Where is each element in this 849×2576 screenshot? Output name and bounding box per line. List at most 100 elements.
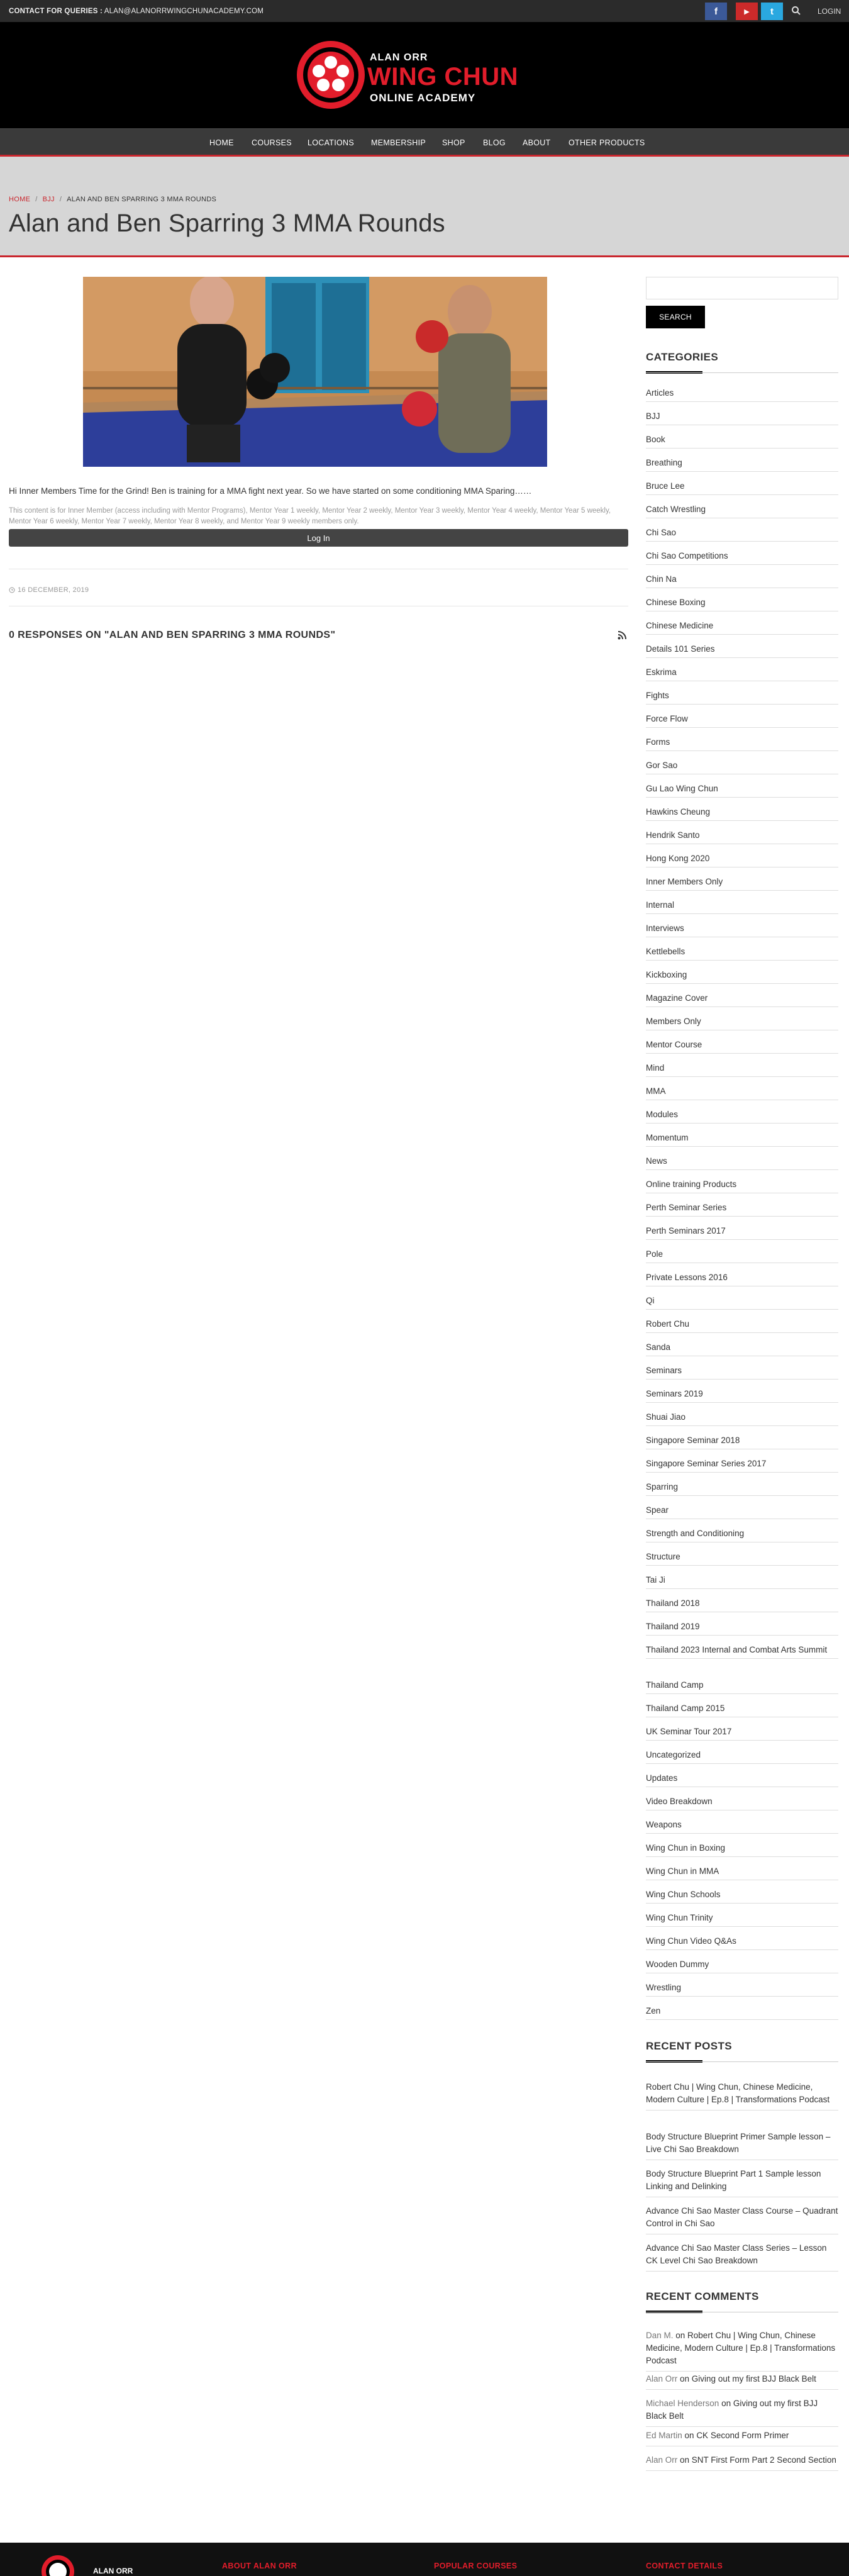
category-item[interactable]: Modules <box>646 1108 838 1124</box>
category-item[interactable]: Wrestling <box>646 1982 838 1997</box>
category-item[interactable]: Internal <box>646 899 838 914</box>
comment-post-link[interactable]: Giving out my first BJJ Black Belt <box>692 2374 816 2384</box>
category-item[interactable]: Book <box>646 433 838 449</box>
category-item[interactable]: Momentum <box>646 1132 838 1147</box>
category-item[interactable]: Online training Products <box>646 1178 838 1193</box>
category-item[interactable]: Hawkins Cheung <box>646 806 838 821</box>
category-item[interactable]: Chi Sao <box>646 527 838 542</box>
search-button[interactable]: SEARCH <box>646 306 705 328</box>
login-link[interactable]: LOGIN <box>818 7 841 16</box>
category-item[interactable]: Breathing <box>646 457 838 472</box>
category-item[interactable]: Force Flow <box>646 713 838 728</box>
category-item[interactable]: Catch Wrestling <box>646 503 838 518</box>
category-item[interactable]: Wing Chun in MMA <box>646 1865 838 1880</box>
category-item[interactable]: Sparring <box>646 1481 838 1496</box>
category-item[interactable]: Wing Chun in Boxing <box>646 1842 838 1857</box>
category-item[interactable]: MMA <box>646 1085 838 1100</box>
nav-item-shop[interactable]: SHOP <box>442 138 465 147</box>
category-item[interactable]: Wing Chun Trinity <box>646 1912 838 1927</box>
category-item[interactable]: Wing Chun Schools <box>646 1888 838 1904</box>
search-input[interactable] <box>646 277 838 299</box>
category-item[interactable]: Inner Members Only <box>646 876 838 891</box>
comment-post-link[interactable]: CK Second Form Primer <box>696 2431 789 2440</box>
category-item[interactable]: Qi <box>646 1295 838 1310</box>
category-item[interactable]: Seminars 2019 <box>646 1388 838 1403</box>
twitter-icon[interactable]: t <box>761 3 783 20</box>
recent-post-link[interactable]: Advance Chi Sao Master Class Series – Le… <box>646 2242 838 2272</box>
category-item[interactable]: Bruce Lee <box>646 480 838 495</box>
nav-item-locations[interactable]: LOCATIONS <box>308 138 354 147</box>
nav-item-other-products[interactable]: OTHER PRODUCTS <box>569 138 645 147</box>
category-item[interactable]: Spear <box>646 1504 838 1519</box>
category-item[interactable]: Shuai Jiao <box>646 1411 838 1426</box>
category-item[interactable]: Wooden Dummy <box>646 1958 838 1973</box>
category-item[interactable]: Video Breakdown <box>646 1795 838 1810</box>
category-item[interactable]: Thailand Camp <box>646 1679 838 1694</box>
category-item[interactable]: Thailand Camp 2015 <box>646 1702 838 1717</box>
category-item[interactable]: Eskrima <box>646 666 838 681</box>
category-item[interactable]: Interviews <box>646 922 838 937</box>
category-item[interactable]: Private Lessons 2016 <box>646 1271 838 1286</box>
category-item[interactable]: Chin Na <box>646 573 838 588</box>
category-item[interactable]: Seminars <box>646 1364 838 1380</box>
category-item[interactable]: News <box>646 1155 838 1170</box>
category-item[interactable]: Chinese Boxing <box>646 596 838 611</box>
category-item[interactable]: Perth Seminar Series <box>646 1202 838 1217</box>
category-item[interactable]: Magazine Cover <box>646 992 838 1007</box>
breadcrumb-home[interactable]: HOME <box>9 196 30 203</box>
post-featured-image[interactable] <box>83 277 547 467</box>
category-item[interactable]: Singapore Seminar 2018 <box>646 1434 838 1449</box>
category-item[interactable]: Perth Seminars 2017 <box>646 1225 838 1240</box>
nav-item-courses[interactable]: COURSES <box>252 138 292 147</box>
category-item[interactable]: Mentor Course <box>646 1039 838 1054</box>
category-item[interactable]: Thailand 2023 Internal and Combat Arts S… <box>646 1644 838 1659</box>
category-item[interactable]: Tai Ji <box>646 1574 838 1589</box>
category-item[interactable]: Robert Chu <box>646 1318 838 1333</box>
category-item[interactable]: Gor Sao <box>646 759 838 774</box>
search-icon[interactable] <box>791 6 801 16</box>
category-item[interactable]: Mind <box>646 1062 838 1077</box>
category-item[interactable]: Thailand 2019 <box>646 1620 838 1636</box>
category-item[interactable]: BJJ <box>646 410 838 425</box>
comment-post-link[interactable]: SNT First Form Part 2 Second Section <box>692 2455 836 2465</box>
recent-post-link[interactable]: Body Structure Blueprint Part 1 Sample l… <box>646 2168 838 2197</box>
rss-icon[interactable] <box>618 631 626 640</box>
category-item[interactable]: Uncategorized <box>646 1749 838 1764</box>
category-item[interactable]: Kickboxing <box>646 969 838 984</box>
category-item[interactable]: Weapons <box>646 1819 838 1834</box>
youtube-icon[interactable]: ▶ <box>736 3 758 20</box>
category-item[interactable]: Sanda <box>646 1341 838 1356</box>
category-item[interactable]: Updates <box>646 1772 838 1787</box>
facebook-icon[interactable]: f <box>705 3 727 20</box>
category-item[interactable]: Zen <box>646 2005 838 2020</box>
category-item[interactable]: Hendrik Santo <box>646 829 838 844</box>
breadcrumb-category[interactable]: BJJ <box>43 196 55 203</box>
recent-post-link[interactable]: Advance Chi Sao Master Class Course – Qu… <box>646 2205 838 2234</box>
category-item[interactable]: UK Seminar Tour 2017 <box>646 1726 838 1741</box>
recent-post-link[interactable]: Robert Chu | Wing Chun, Chinese Medicine… <box>646 2081 838 2110</box>
category-item[interactable]: Gu Lao Wing Chun <box>646 783 838 798</box>
category-item[interactable]: Kettlebells <box>646 945 838 961</box>
nav-item-membership[interactable]: MEMBERSHIP <box>371 138 426 147</box>
category-item[interactable]: Strength and Conditioning <box>646 1527 838 1542</box>
category-item[interactable]: Hong Kong 2020 <box>646 852 838 867</box>
category-item[interactable]: Forms <box>646 736 838 751</box>
category-item[interactable]: Details 101 Series <box>646 643 838 658</box>
category-item[interactable]: Chi Sao Competitions <box>646 550 838 565</box>
category-item[interactable]: Wing Chun Video Q&As <box>646 1935 838 1950</box>
category-item[interactable]: Thailand 2018 <box>646 1597 838 1612</box>
log-in-button[interactable]: Log In <box>9 529 628 547</box>
category-item[interactable]: Fights <box>646 689 838 705</box>
nav-item-home[interactable]: HOME <box>209 138 234 147</box>
nav-item-blog[interactable]: BLOG <box>483 138 506 147</box>
category-item[interactable]: Articles <box>646 387 838 402</box>
category-item[interactable]: Chinese Medicine <box>646 620 838 635</box>
category-item[interactable]: Structure <box>646 1551 838 1566</box>
nav-item-about[interactable]: ABOUT <box>523 138 551 147</box>
site-logo[interactable]: ALAN ORR WING CHUN ONLINE ACADEMY <box>296 40 553 109</box>
category-item[interactable]: Pole <box>646 1248 838 1263</box>
contact-email-link[interactable]: ALAN@ALANORRWINGCHUNACADEMY.COM <box>104 8 264 15</box>
recent-post-link[interactable]: Body Structure Blueprint Primer Sample l… <box>646 2131 838 2160</box>
category-item[interactable]: Singapore Seminar Series 2017 <box>646 1458 838 1473</box>
category-item[interactable]: Members Only <box>646 1015 838 1030</box>
